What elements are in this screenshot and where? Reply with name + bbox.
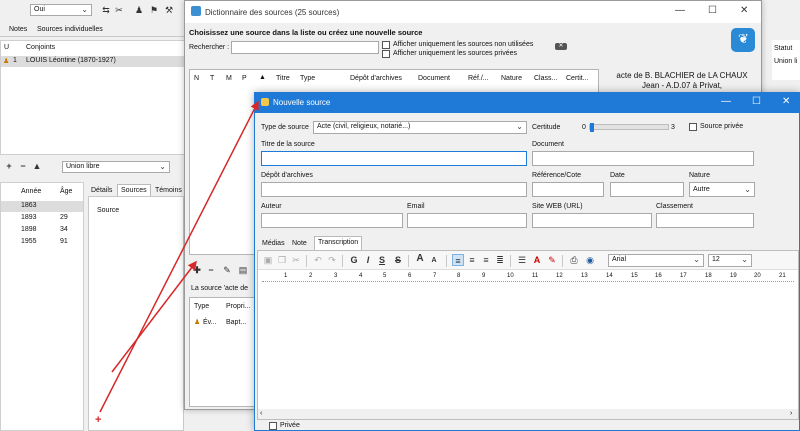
arrow-to-add-button [111, 260, 197, 373]
arrow-to-new-source [99, 100, 259, 413]
red-plus-icon: + [95, 414, 102, 426]
annotation-arrows [99, 100, 259, 413]
